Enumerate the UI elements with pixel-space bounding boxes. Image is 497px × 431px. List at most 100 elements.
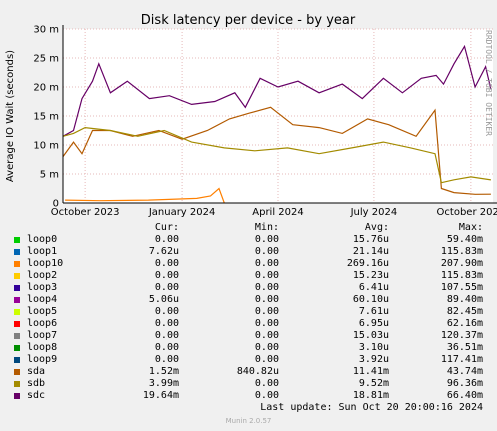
legend-max-value: 66.40m [446, 390, 483, 401]
legend-device-name: loop10 [27, 258, 64, 269]
x-tick-label: April 2024 [252, 207, 303, 218]
legend-cur-value: 0.00 [154, 342, 179, 353]
legend-device-name: loop2 [27, 270, 58, 281]
legend-min-value: 0.00 [254, 378, 279, 389]
legend-device-name: loop4 [27, 294, 58, 305]
legend-device-name: loop1 [27, 246, 58, 257]
legend-max-value: 59.40m [446, 234, 483, 245]
legend-swatch [14, 237, 20, 243]
legend-min-value: 0.00 [254, 306, 279, 317]
legend-min-value: 840.82u [236, 366, 279, 377]
legend-min-value: 0.00 [254, 246, 279, 257]
legend-swatch [14, 273, 20, 279]
legend-device-name: loop3 [27, 282, 58, 293]
munin-version: Munin 2.0.57 [225, 417, 272, 425]
legend-device-name: loop6 [27, 318, 58, 329]
legend-avg-value: 7.61u [358, 306, 389, 317]
legend-swatch [14, 249, 20, 255]
x-tick-label: October 2024 [437, 207, 497, 218]
legend-device-name: sdb [27, 378, 46, 389]
legend-row: loop3 0.00 0.00 6.41u 107.55m [0, 282, 497, 294]
legend-avg-value: 6.41u [358, 282, 389, 293]
legend-max-value: 62.16m [446, 318, 483, 329]
legend-row: loop2 0.00 0.00 15.23u 115.83m [0, 270, 497, 282]
legend-cur-value: 1.52m [148, 366, 179, 377]
legend-cur-value: 7.62u [148, 246, 179, 257]
legend-cur-value: 0.00 [154, 234, 179, 245]
chart-title: Disk latency per device - by year [141, 13, 356, 28]
legend-row: loop5 0.00 0.00 7.61u 82.45m [0, 306, 497, 318]
legend-min-value: 0.00 [254, 258, 279, 269]
legend-max-value: 89.40m [446, 294, 483, 305]
y-tick-label: 20 m [33, 83, 59, 94]
legend-avg-value: 60.10u [352, 294, 389, 305]
header-min: Min: [254, 222, 279, 233]
legend-row: sda 1.52m 840.82u 11.41m 43.74m [0, 366, 497, 378]
legend-swatch [14, 381, 20, 387]
legend-cur-value: 0.00 [154, 318, 179, 329]
legend-avg-value: 3.10u [358, 342, 389, 353]
x-tick-label: January 2024 [148, 207, 216, 218]
legend-min-value: 0.00 [254, 294, 279, 305]
legend-max-value: 43.74m [446, 366, 483, 377]
legend-device-name: sdc [27, 390, 46, 401]
legend-swatch [14, 333, 20, 339]
legend-cur-value: 0.00 [154, 306, 179, 317]
legend-min-value: 0.00 [254, 354, 279, 365]
legend-cur-value: 5.06u [148, 294, 179, 305]
y-tick-label: 30 m [33, 25, 59, 36]
legend-cur-value: 0.00 [154, 354, 179, 365]
legend-max-value: 120.37m [440, 330, 483, 341]
legend-row: loop10 0.00 0.00 269.16u 207.90m [0, 258, 497, 270]
legend-max-value: 107.55m [440, 282, 483, 293]
y-tick-label: 25 m [33, 54, 59, 65]
legend-device-name: loop0 [27, 234, 58, 245]
legend-avg-value: 15.03u [352, 330, 389, 341]
legend-min-value: 0.00 [254, 318, 279, 329]
legend-avg-value: 6.95u [358, 318, 389, 329]
legend-row: loop9 0.00 0.00 3.92u 117.41m [0, 354, 497, 366]
legend-max-value: 82.45m [446, 306, 483, 317]
last-update: Last update: Sun Oct 20 20:00:16 2024 [260, 402, 483, 413]
legend-avg-value: 3.92u [358, 354, 389, 365]
legend-avg-value: 9.52m [358, 378, 389, 389]
legend-swatch [14, 321, 20, 327]
y-tick-label: 5 m [40, 170, 59, 181]
header-avg: Avg: [364, 222, 389, 233]
legend-avg-value: 21.14u [352, 246, 389, 257]
legend-device-name: loop5 [27, 306, 58, 317]
legend-avg-value: 269.16u [346, 258, 389, 269]
legend-min-value: 0.00 [254, 282, 279, 293]
legend-swatch [14, 285, 20, 291]
legend-row: sdc 19.64m 0.00 18.81m 66.40m [0, 390, 497, 402]
legend-row: loop6 0.00 0.00 6.95u 62.16m [0, 318, 497, 330]
legend-avg-value: 11.41m [352, 366, 389, 377]
legend-swatch [14, 297, 20, 303]
legend-cur-value: 0.00 [154, 282, 179, 293]
legend-swatch [14, 357, 20, 363]
legend-min-value: 0.00 [254, 270, 279, 281]
legend-max-value: 115.83m [440, 270, 483, 281]
header-cur: Cur: [154, 222, 179, 233]
legend-min-value: 0.00 [254, 390, 279, 401]
legend-device-name: sda [27, 366, 46, 377]
legend-max-value: 115.83m [440, 246, 483, 257]
legend-cur-value: 0.00 [154, 258, 179, 269]
legend-min-value: 0.00 [254, 234, 279, 245]
legend-cur-value: 0.00 [154, 330, 179, 341]
legend-row: loop8 0.00 0.00 3.10u 36.51m [0, 342, 497, 354]
legend-avg-value: 18.81m [352, 390, 389, 401]
legend-swatch [14, 345, 20, 351]
header-max: Max: [458, 222, 483, 233]
y-axis-label: Average IO Wait (seconds) [5, 50, 16, 182]
legend-header: Cur: Min: Avg: Max: [0, 222, 497, 234]
legend-avg-value: 15.76u [352, 234, 389, 245]
legend-swatch [14, 393, 20, 399]
x-tick-label: October 2023 [51, 207, 120, 218]
legend-cur-value: 0.00 [154, 270, 179, 281]
legend-device-name: loop8 [27, 342, 58, 353]
x-tick-label: July 2024 [350, 207, 398, 218]
legend-row: loop7 0.00 0.00 15.03u 120.37m [0, 330, 497, 342]
legend-cur-value: 19.64m [142, 390, 179, 401]
legend-device-name: loop7 [27, 330, 58, 341]
